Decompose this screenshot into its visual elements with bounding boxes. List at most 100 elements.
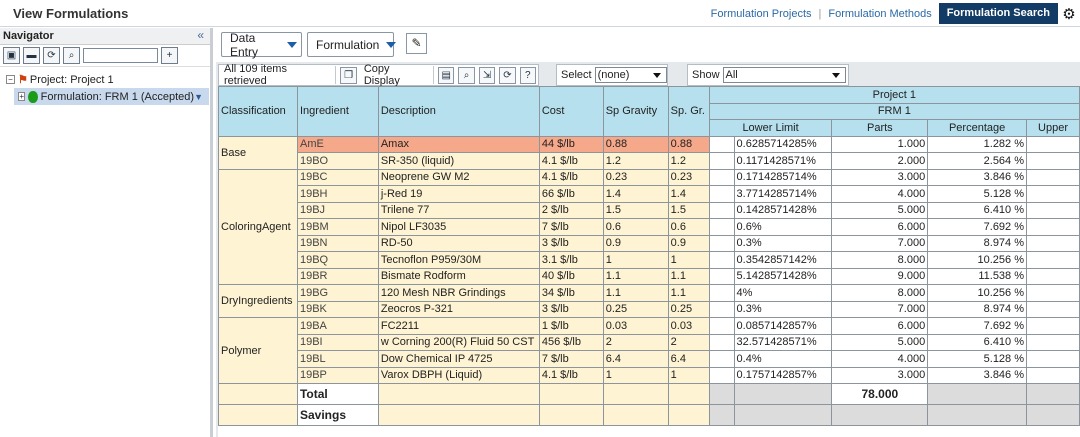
upper-limit-cell[interactable] <box>1026 168 1080 186</box>
formulation-dropdown[interactable]: Formulation <box>307 32 397 57</box>
upper-limit-cell[interactable] <box>1026 366 1080 384</box>
sp-gravity-cell[interactable]: 0.6 <box>602 218 669 236</box>
parts-cell[interactable]: 4.000 <box>831 350 929 368</box>
parts-cell[interactable]: 6.000 <box>831 218 929 236</box>
description-cell[interactable]: Dow Chemical IP 4725 <box>377 350 540 368</box>
lower-limit-cell[interactable]: 5.1428571428% <box>733 267 833 285</box>
sp-gravity-cell[interactable]: 0.88 <box>602 135 669 153</box>
lower-limit-cell[interactable]: 0.3542857142% <box>733 251 833 269</box>
cost-cell[interactable]: 3 $/lb <box>538 300 604 318</box>
lower-limit-cell[interactable]: 0.6285714285% <box>733 135 833 153</box>
table-row[interactable]: Polymer 19BA FC2211 1 $/lb 0.03 0.03 0.0857142… <box>218 317 1080 384</box>
percentage-cell[interactable]: 1.282 % <box>927 135 1028 153</box>
parts-cell[interactable]: 7.000 <box>831 300 929 318</box>
header-classification[interactable]: Classification <box>218 86 298 137</box>
header-sp-gr[interactable]: Sp. Gr. <box>667 86 710 137</box>
refresh-icon[interactable]: ⟳ <box>499 66 516 84</box>
collapse-icon[interactable]: « <box>197 28 204 42</box>
upper-limit-cell[interactable] <box>1026 135 1080 153</box>
table-row[interactable]: 19BH j-Red 19 66 $/lb 1.4 1.4 3.7714285714% 4.… <box>219 185 1080 203</box>
tree-formulation-node[interactable]: + Formulation: FRM 1 (Accepted) ▼ <box>14 88 209 105</box>
ingredient-cell[interactable]: 19BQ <box>296 251 379 269</box>
table-row[interactable]: DryIngredients 19BG 120 Mesh NBR Grindings… <box>218 284 1080 318</box>
description-cell[interactable]: RD-50 <box>377 234 540 252</box>
data-entry-dropdown[interactable]: Data Entry <box>221 31 302 59</box>
formulation-search-button[interactable]: Formulation Search <box>938 3 1058 24</box>
sp-gravity-cell[interactable]: 1 <box>602 366 669 384</box>
expand-all-icon[interactable]: ▣ <box>3 47 20 64</box>
sp-gravity-cell[interactable]: 0.03 <box>602 317 669 335</box>
ingredient-cell[interactable]: 19BC <box>296 168 379 186</box>
ingredient-cell[interactable]: 19BM <box>296 218 379 236</box>
export-icon[interactable]: ⇲ <box>478 66 496 84</box>
cost-cell[interactable]: 456 $/lb <box>538 333 604 351</box>
sp-gr-cell[interactable]: 0.88 <box>667 135 710 153</box>
notes-icon[interactable]: ✎ <box>406 33 427 54</box>
lower-limit-cell[interactable]: 32.571428571% <box>733 333 833 351</box>
lower-limit-cell[interactable]: 0.6% <box>733 218 833 236</box>
copy-display-button[interactable]: Copy Display <box>359 63 431 87</box>
description-cell[interactable]: Zeocros P-321 <box>377 300 540 318</box>
cost-cell[interactable]: 3.1 $/lb <box>538 251 604 269</box>
help-icon[interactable]: ? <box>519 66 537 84</box>
ingredient-cell[interactable]: 19BI <box>296 333 379 351</box>
parts-cell[interactable]: 3.000 <box>831 168 929 186</box>
description-cell[interactable]: FC2211 <box>377 317 540 335</box>
show-dropdown[interactable]: All <box>722 67 846 83</box>
sp-gr-cell[interactable]: 1.1 <box>667 267 710 285</box>
add-icon[interactable]: + <box>161 47 178 64</box>
ingredient-cell[interactable]: 19BP <box>296 366 379 384</box>
table-row[interactable]: 19BM Nipol LF3035 7 $/lb 0.6 0.6 0.6% 6.000 7.6… <box>219 218 1080 236</box>
parts-cell[interactable]: 8.000 <box>831 284 929 302</box>
lower-limit-cell[interactable]: 0.1714285714% <box>733 168 833 186</box>
lower-limit-cell[interactable]: 0.4% <box>733 350 833 368</box>
sp-gravity-cell[interactable]: 0.9 <box>602 234 669 252</box>
percentage-cell[interactable]: 2.564 % <box>927 152 1028 170</box>
sp-gravity-cell[interactable]: 1.2 <box>602 152 669 170</box>
parts-cell[interactable]: 5.000 <box>831 333 929 351</box>
sp-gravity-cell[interactable]: 2 <box>602 333 669 351</box>
sp-gravity-cell[interactable]: 1.5 <box>602 201 669 219</box>
cost-cell[interactable]: 4.1 $/lb <box>538 366 604 384</box>
table-row[interactable]: 19BI w Corning 200(R) Fluid 50 CST 456 $/l… <box>219 333 1080 351</box>
cost-cell[interactable]: 4.1 $/lb <box>538 168 604 186</box>
parts-cell[interactable]: 5.000 <box>831 201 929 219</box>
header-lower-limit[interactable]: Lower Limit <box>708 119 833 137</box>
upper-limit-cell[interactable] <box>1026 267 1080 285</box>
description-cell[interactable]: Neoprene GW M2 <box>377 168 540 186</box>
upper-limit-cell[interactable] <box>1026 333 1080 351</box>
ingredient-cell[interactable]: 19BR <box>296 267 379 285</box>
percentage-cell[interactable]: 6.410 % <box>927 333 1028 351</box>
sp-gr-cell[interactable]: 1.4 <box>667 185 710 203</box>
collapse-node-icon[interactable]: − <box>6 75 15 84</box>
upper-limit-cell[interactable] <box>1026 185 1080 203</box>
lower-limit-cell[interactable]: 0.0857142857% <box>733 317 833 335</box>
description-cell[interactable]: Bismate Rodform <box>377 267 540 285</box>
description-cell[interactable]: Amax <box>377 135 540 153</box>
cost-cell[interactable]: 7 $/lb <box>538 350 604 368</box>
sp-gravity-cell[interactable]: 1.1 <box>602 267 669 285</box>
percentage-cell[interactable]: 3.846 % <box>927 168 1028 186</box>
description-cell[interactable]: 120 Mesh NBR Grindings <box>377 284 540 302</box>
columns-icon[interactable]: ▤ <box>438 66 455 84</box>
parts-cell[interactable]: 4.000 <box>831 185 929 203</box>
table-row[interactable]: 19BQ Tecnoflon P959/30M 3.1 $/lb 1 1 0.354285… <box>219 251 1080 269</box>
sp-gr-cell[interactable]: 1.5 <box>667 201 710 219</box>
header-parts[interactable]: Parts <box>831 119 929 137</box>
cost-cell[interactable]: 34 $/lb <box>538 284 604 302</box>
ingredient-cell[interactable]: 19BK <box>296 300 379 318</box>
description-cell[interactable]: Varox DBPH (Liquid) <box>377 366 540 384</box>
table-row[interactable]: Base AmE Amax 44 $/lb 0.88 0.88 0.6285714285% 1… <box>218 135 1080 170</box>
ingredient-cell[interactable]: 19BA <box>296 317 379 335</box>
copy-icon[interactable]: ❐ <box>340 66 357 84</box>
table-row[interactable]: 19BJ Trilene 77 2 $/lb 1.5 1.5 0.1428571428% 5… <box>219 201 1080 219</box>
chevron-down-icon[interactable]: ▼ <box>194 92 203 102</box>
parts-cell[interactable]: 1.000 <box>831 135 929 153</box>
parts-cell[interactable]: 8.000 <box>831 251 929 269</box>
sp-gr-cell[interactable]: 1 <box>667 366 710 384</box>
sp-gr-cell[interactable]: 0.25 <box>667 300 710 318</box>
percentage-cell[interactable]: 10.256 % <box>927 251 1028 269</box>
lower-limit-cell[interactable]: 0.1757142857% <box>733 366 833 384</box>
percentage-cell[interactable]: 8.974 % <box>927 234 1028 252</box>
upper-limit-cell[interactable] <box>1026 234 1080 252</box>
